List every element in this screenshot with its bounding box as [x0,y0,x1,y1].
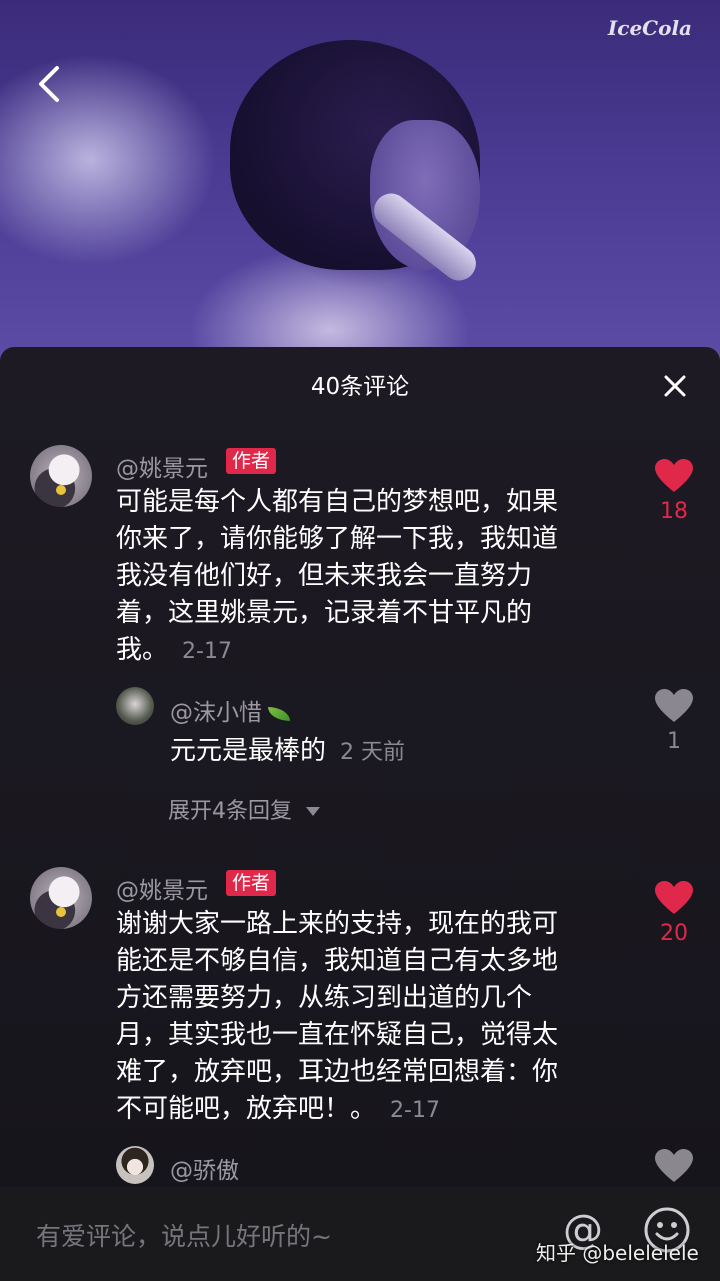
video-background[interactable]: IceCola [0,0,720,360]
comment-input-bar: 有爱评论，说点儿好听的~ @ [0,1187,720,1281]
reply-avatar[interactable] [116,687,154,725]
comment-line: 难了，放弃吧，耳边也经常回想着：你 [116,1057,559,1087]
reply-like-count: 1 [667,729,681,754]
reply-username[interactable]: @骄傲 [170,1151,239,1185]
comment-line: 我。 [116,635,169,665]
like-count: 18 [660,499,688,524]
avatar[interactable] [30,445,92,507]
reply-like-button[interactable] [644,1149,704,1187]
like-button[interactable]: 20 [644,881,704,946]
caret-down-icon [306,807,320,816]
comment-line: 着，这里姚景元，记录着不甘平凡的 [116,598,533,628]
comment-line-last: 不可能吧，放弃吧！。 2-17 [116,1091,626,1129]
reply-text[interactable]: 元元是最棒的 2 天前 [170,733,405,771]
reply-content: 元元是最棒的 [170,736,327,766]
comment-line: 可能是每个人都有自己的梦想吧，如果 [116,487,559,517]
like-button[interactable]: 18 [644,459,704,524]
comment-username[interactable]: @姚景元 [116,871,208,905]
comment-line-last: 我。 2-17 [116,632,626,670]
comment-line: 方还需要努力，从练习到出道的几个 [116,983,533,1013]
leaf-emoji-icon [268,706,290,721]
close-icon [664,375,686,397]
comment-line: 不可能吧，放弃吧！。 [116,1094,377,1124]
comments-sheet: 40条评论 @姚景元 作者 可能是每个人都有自己的梦想吧，如果 你来了，请你能够… [0,347,720,1187]
like-count: 20 [660,921,688,946]
reply-avatar[interactable] [116,1146,154,1184]
comment-line: 谢谢大家一路上来的支持，现在的我可 [116,909,559,939]
source-watermark: 知乎 @belelelele [536,1241,699,1265]
author-badge: 作者 [226,448,277,474]
comment-line: 能还是不够自信，我知道自己有太多地 [116,946,559,976]
chevron-left-icon [39,66,59,102]
avatar-flower [56,907,66,917]
video-watermark: IceCola [607,16,692,40]
reply-username-row: @沫小惜 [170,693,290,727]
avatar-flower [56,485,66,495]
comment-input[interactable]: 有爱评论，说点儿好听的~ [36,1217,332,1253]
expand-replies-label: 展开4条回复 [168,799,292,824]
comments-count-title: 40条评论 [310,374,410,400]
expand-replies-button[interactable]: 展开4条回复 [168,793,321,825]
reply-like-button[interactable]: 1 [644,689,704,754]
screen: IceCola 40条评论 @姚景元 作者 可能是每个人都有自己的梦想吧，如果 … [0,0,720,1281]
comment-time: 2-17 [390,1098,440,1123]
comment-line: 你来了，请你能够了解一下我，我知道 [116,524,559,554]
back-button[interactable] [28,62,68,106]
author-badge: 作者 [226,870,277,896]
comment-line: 月，其实我也一直在怀疑自己，觉得太 [116,1020,559,1050]
comment-username[interactable]: @姚景元 [116,449,208,483]
reply-time: 2 天前 [340,740,406,765]
heart-icon [655,881,693,914]
heart-icon [655,459,693,492]
heart-icon [655,1149,693,1182]
comment-line: 我没有他们好，但未来我会一直努力 [116,561,533,591]
close-button[interactable] [660,371,690,401]
heart-icon [655,689,693,722]
avatar[interactable] [30,867,92,929]
comment-time: 2-17 [182,639,232,664]
comment-text[interactable]: 谢谢大家一路上来的支持，现在的我可 能还是不够自信，我知道自己有太多地 方还需要… [116,906,626,1129]
reply-username[interactable]: @沫小惜 [170,700,262,726]
comment-text[interactable]: 可能是每个人都有自己的梦想吧，如果 你来了，请你能够了解一下我，我知道 我没有他… [116,484,626,670]
